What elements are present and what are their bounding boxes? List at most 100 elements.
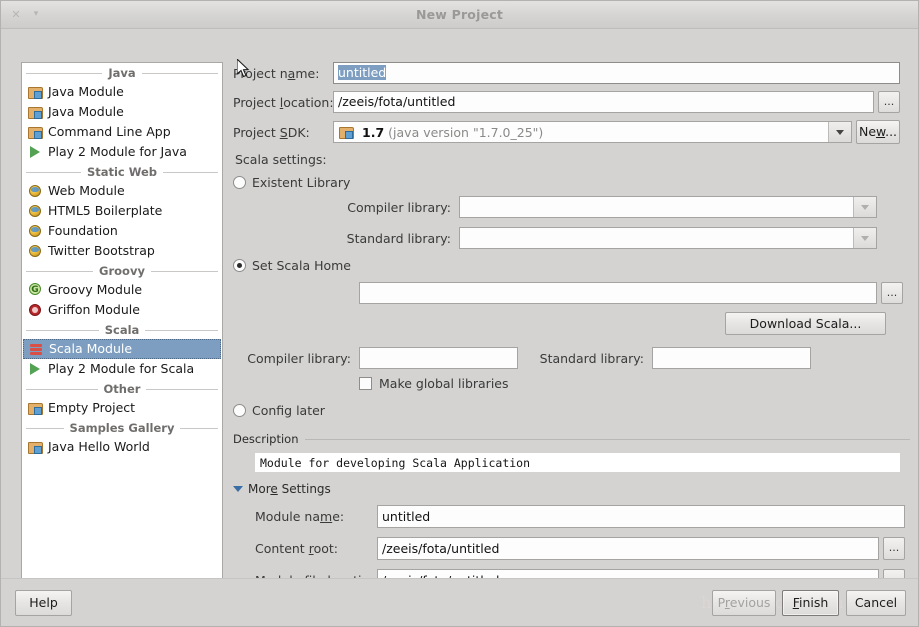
label-part: Content <box>255 541 309 556</box>
project-sdk-chevron-down-icon[interactable] <box>828 122 851 142</box>
sidebar-item-java-hello-world[interactable]: Java Hello World <box>22 437 222 457</box>
globe-icon <box>27 223 44 239</box>
existent-standard-library-combo[interactable] <box>459 227 877 249</box>
item-label: Groovy Module <box>48 282 143 297</box>
sidebar-item-play2-scala[interactable]: Play 2 Module for Scala <box>22 359 222 379</box>
sidebar-item-groovy-module[interactable]: Groovy Module <box>22 280 222 300</box>
config-later-label: Config later <box>252 403 325 418</box>
label-mnemonic: m <box>320 509 333 524</box>
label-part: Mor <box>248 482 271 496</box>
existent-standard-library-chevron-down-icon[interactable] <box>853 228 876 248</box>
item-label: Scala Module <box>49 341 133 356</box>
sdk-folder-icon <box>338 124 354 140</box>
project-name-value: untitled <box>338 65 387 80</box>
existent-compiler-library-row: Compiler library: <box>233 196 910 218</box>
existent-library-radio-row[interactable]: Existent Library <box>233 175 910 190</box>
sidebar-item-scala-module[interactable]: Scala Module <box>23 339 221 359</box>
group-header-scala: Scala <box>22 322 222 339</box>
project-location-label: Project location: <box>233 94 334 110</box>
sidebar-item-html5-boilerplate[interactable]: HTML5 Boilerplate <box>22 201 222 221</box>
content-root-browse-button[interactable]: ... <box>883 537 905 560</box>
globe-icon <box>27 183 44 199</box>
set-scala-home-radio-row[interactable]: Set Scala Home <box>233 258 910 273</box>
project-location-browse-button[interactable]: ... <box>878 91 900 113</box>
scala-icon <box>28 341 45 357</box>
title-bar: ✕ ▾ New Project <box>1 1 918 29</box>
group-label: Groovy <box>93 264 151 278</box>
sidebar-item-java-module-2[interactable]: Java Module <box>22 102 222 122</box>
description-header: Description <box>233 432 910 446</box>
existent-compiler-library-chevron-down-icon[interactable] <box>853 197 876 217</box>
more-settings-toggle[interactable]: More Settings <box>233 482 910 496</box>
project-location-row: Project location: /zeeis/fota/untitled .… <box>233 91 910 113</box>
folder-icon <box>27 124 44 140</box>
sidebar-item-empty-project[interactable]: Empty Project <box>22 398 222 418</box>
folder-icon <box>27 104 44 120</box>
existent-compiler-library-combo[interactable] <box>459 196 877 218</box>
play-icon <box>27 144 44 160</box>
download-scala-button[interactable]: Download Scala... <box>725 312 886 335</box>
scala-home-compiler-library-input[interactable] <box>359 347 518 369</box>
item-label: Java Module <box>48 104 124 119</box>
module-name-input[interactable]: untitled <box>377 505 905 528</box>
previous-button[interactable]: Previous <box>712 590 776 616</box>
project-location-input[interactable]: /zeeis/fota/untitled <box>333 91 874 113</box>
scala-home-standard-library-label: Standard library: <box>539 350 644 366</box>
group-label: Static Web <box>80 165 164 179</box>
sidebar-item-griffon-module[interactable]: Griffon Module <box>22 300 222 320</box>
sidebar-item-twitter-bootstrap[interactable]: Twitter Bootstrap <box>22 241 222 261</box>
existent-library-label: Existent Library <box>252 175 351 190</box>
set-scala-home-radio[interactable] <box>233 259 246 272</box>
group-header-static-web: Static Web <box>22 164 222 181</box>
label-part: Project <box>233 94 280 110</box>
label-part: Project <box>233 124 280 140</box>
label-part: Module na <box>255 509 321 524</box>
config-later-radio-row[interactable]: Config later <box>233 403 910 418</box>
play-icon <box>27 361 44 377</box>
sidebar-item-play2-java[interactable]: Play 2 Module for Java <box>22 142 222 162</box>
label-part: DK: <box>287 124 310 140</box>
label-part: Settings <box>277 482 331 496</box>
scala-home-path-input[interactable] <box>359 282 877 304</box>
sidebar-item-foundation[interactable]: Foundation <box>22 221 222 241</box>
item-label: Java Module <box>48 84 124 99</box>
make-global-libraries-row[interactable]: Make global libraries <box>233 376 910 391</box>
item-label: Twitter Bootstrap <box>48 243 155 258</box>
existent-library-radio[interactable] <box>233 176 246 189</box>
dialog-content: Java Java Module Java Module Command Lin… <box>1 29 918 578</box>
project-type-list[interactable]: Java Java Module Java Module Command Lin… <box>21 62 223 578</box>
folder-icon <box>27 400 44 416</box>
sidebar-item-web-module[interactable]: Web Module <box>22 181 222 201</box>
project-name-label: Project name: <box>233 66 333 81</box>
label-mnemonic: w <box>876 124 886 139</box>
griffon-icon <box>27 302 44 318</box>
module-file-location-browse-button[interactable]: ... <box>883 569 905 578</box>
scala-home-libraries-row: Compiler library: Standard library: <box>233 347 910 369</box>
project-name-input[interactable]: untitled <box>333 62 900 84</box>
new-sdk-button[interactable]: New... <box>856 120 900 144</box>
sidebar-item-command-line-app[interactable]: Command Line App <box>22 122 222 142</box>
help-button[interactable]: Help <box>15 590 72 616</box>
module-name-value: untitled <box>382 509 431 524</box>
module-file-location-input[interactable]: /zeeis/fota/untitled <box>377 569 879 578</box>
group-label: Java <box>102 66 142 80</box>
item-label: HTML5 Boilerplate <box>48 203 163 218</box>
existent-standard-library-label: Standard library: <box>346 230 451 246</box>
label-part: Project n <box>233 65 288 81</box>
group-label: Samples Gallery <box>63 421 181 435</box>
sidebar-item-java-module-1[interactable]: Java Module <box>22 82 222 102</box>
content-root-input[interactable]: /zeeis/fota/untitled <box>377 537 879 560</box>
label-part: ocation: <box>283 94 334 110</box>
label-part: evious <box>729 595 771 610</box>
finish-button[interactable]: Finish <box>782 590 839 616</box>
scala-home-standard-library-input[interactable] <box>652 347 811 369</box>
config-later-radio[interactable] <box>233 404 246 417</box>
content-root-label: Content root: <box>255 541 377 556</box>
project-sdk-combo[interactable]: 1.7 (java version "1.7.0_25") <box>333 121 852 143</box>
item-label: Command Line App <box>48 124 171 139</box>
make-global-libraries-checkbox[interactable] <box>359 377 372 390</box>
group-label: Scala <box>98 323 146 337</box>
settings-pane: Project name: untitled Project location:… <box>233 62 910 578</box>
scala-home-browse-button[interactable]: ... <box>881 282 903 304</box>
cancel-button[interactable]: Cancel <box>846 590 906 616</box>
